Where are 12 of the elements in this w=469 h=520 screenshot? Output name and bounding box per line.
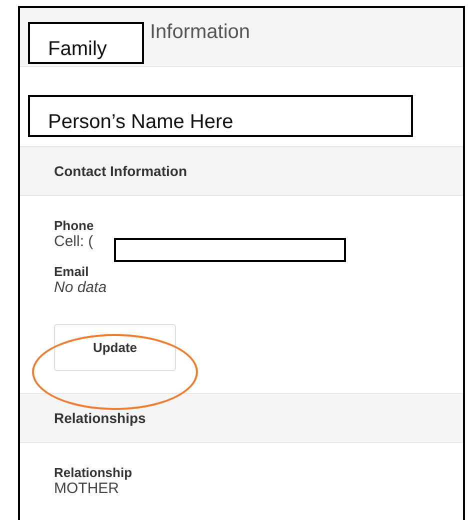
field-value: Cell: ( <box>54 233 94 250</box>
field-value: MOTHER <box>54 480 119 497</box>
page-title: Information <box>150 20 250 44</box>
update-button[interactable]: Update <box>54 324 176 371</box>
annotation-label: Person’s Name Here <box>28 95 413 137</box>
section-header: Contact Information <box>20 146 463 196</box>
field-value: No data <box>54 279 107 296</box>
field-label: Email <box>54 264 89 279</box>
field-label: Phone <box>54 218 94 233</box>
section-header: Relationships <box>20 393 463 443</box>
field-label: Relationship <box>54 465 132 480</box>
annotation-label: Family <box>28 22 144 64</box>
